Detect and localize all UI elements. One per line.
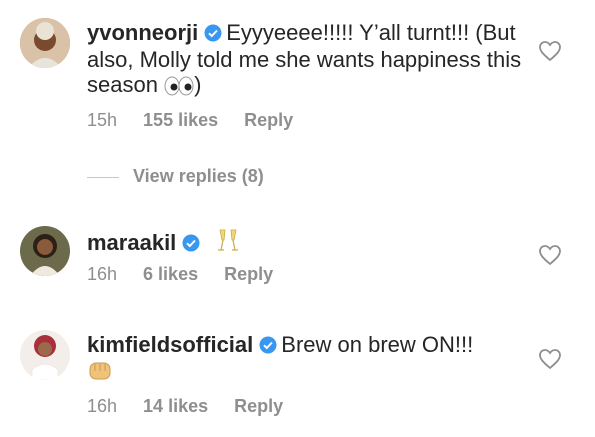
avatar[interactable]	[20, 18, 70, 68]
likes-count[interactable]: 6 likes	[143, 264, 198, 284]
reply-button[interactable]: Reply	[224, 264, 273, 284]
oncoming-fist-emoji-icon	[87, 359, 113, 388]
verified-badge-icon	[182, 232, 200, 257]
avatar[interactable]	[20, 330, 70, 380]
comment-text: yvonneorji Eyyyeeee!!!!! Y’all turnt!!! …	[87, 20, 527, 101]
likes-count[interactable]: 14 likes	[143, 396, 208, 416]
comment-text: maraakil	[87, 228, 527, 259]
heart-icon[interactable]	[538, 40, 562, 62]
eyes-emoji-icon	[164, 76, 194, 101]
divider	[87, 176, 119, 178]
username[interactable]: kimfieldsofficial	[87, 332, 253, 357]
view-replies-button[interactable]: View replies (8)	[87, 166, 264, 187]
comment-text: kimfieldsofficial Brew on brew ON!!!	[87, 332, 527, 388]
heart-icon[interactable]	[538, 244, 562, 266]
comment-time: 15h	[87, 110, 118, 130]
avatar[interactable]	[20, 226, 70, 276]
comment-meta: 16h 6 likes Reply	[87, 264, 299, 285]
comment-time: 16h	[87, 396, 118, 416]
comment-body-suffix: )	[194, 72, 202, 97]
comment-body: Brew on brew ON!!!	[281, 332, 474, 357]
reply-button[interactable]: Reply	[234, 396, 283, 416]
heart-icon[interactable]	[538, 348, 562, 370]
verified-badge-icon	[259, 334, 277, 359]
comment-meta: 16h 14 likes Reply	[87, 396, 309, 417]
username[interactable]: yvonneorji	[87, 20, 198, 45]
clinking-glasses-emoji-icon	[216, 228, 240, 259]
username[interactable]: maraakil	[87, 230, 176, 255]
view-replies-label[interactable]: View replies (8)	[133, 166, 264, 186]
comment-time: 16h	[87, 264, 118, 284]
comment-meta: 15h 155 likes Reply	[87, 110, 319, 131]
reply-button[interactable]: Reply	[244, 110, 293, 130]
likes-count[interactable]: 155 likes	[143, 110, 218, 130]
verified-badge-icon	[204, 22, 222, 47]
